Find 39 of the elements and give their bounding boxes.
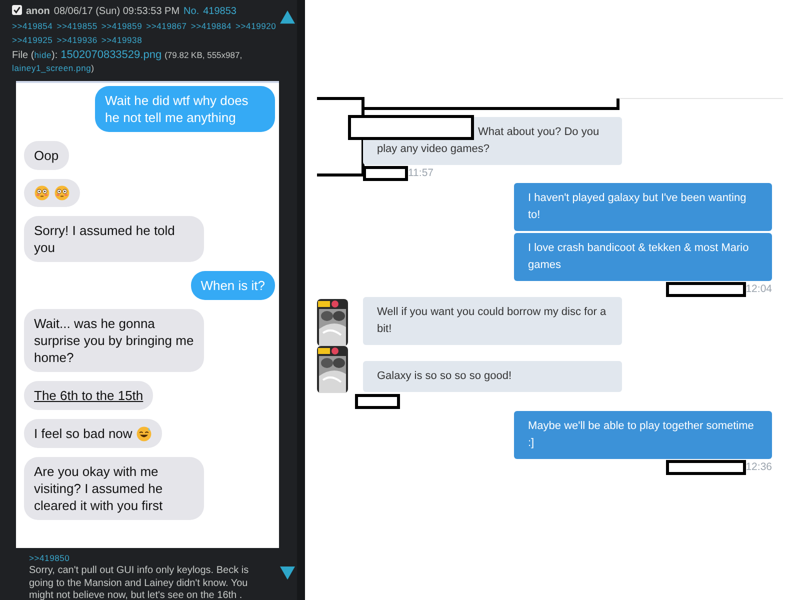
backlink[interactable]: >>419859 [101, 19, 142, 33]
message-text: Wait... was he gonna surprise you by bringing me home? [34, 315, 194, 366]
file-link[interactable]: 1502070833529.png [60, 49, 162, 62]
message-text: I feel so bad now [34, 425, 132, 442]
backlink[interactable]: >>419854 [12, 19, 53, 33]
backlink[interactable]: >>419938 [101, 33, 142, 47]
file-info: (79.82 KB, 555x987, [164, 49, 242, 62]
quote-link[interactable]: >>419850 [29, 552, 280, 565]
message-text: When is it? [200, 277, 265, 294]
message-text: What about you? Do you play any video games? [377, 125, 600, 157]
backlink[interactable]: >>419920 [236, 19, 276, 33]
message-text: I love crash bandicoot & tekken & most Mario games [528, 242, 749, 271]
message-text: I haven't played galaxy but I've been wanting to! [528, 192, 746, 221]
file-info: ) [91, 62, 94, 75]
file-label: File ( [12, 49, 34, 62]
message-text: Oop [34, 147, 59, 164]
backlink[interactable]: >>419884 [190, 19, 232, 33]
message-text: Maybe we'll be able to play together sometime :] [528, 420, 754, 449]
message-text: Are you okay with me visiting? I assumed he cleared it with you first [34, 463, 164, 514]
message-time: 11:57 [408, 167, 434, 179]
post-number-link[interactable]: 419853 [203, 5, 236, 19]
message-text: Well if you want you could borrow my disc for a bit! [377, 306, 606, 335]
post-number-link[interactable]: No. [184, 5, 200, 19]
post-comment: Sorry, can't pull out GUI info only keylogs. Beck is going to the Mansion and Lainey didn't know. You might not believe now, but let's see on the 16th . [29, 565, 250, 600]
backlink[interactable]: >>419925 [12, 33, 53, 47]
backlink[interactable]: >>419855 [56, 19, 98, 33]
message-text: Galaxy is so so so so good! [377, 370, 512, 382]
post-date: 08/06/17 (Sun) 09:53:53 PM [54, 5, 180, 19]
backlink[interactable]: >>419936 [56, 33, 98, 47]
file-label: ): [52, 49, 58, 62]
message-text: The 6th to the 15th [34, 387, 144, 404]
backlink[interactable]: >>419867 [146, 19, 187, 33]
message-text: Sorry! I assumed he told you [34, 222, 176, 256]
poster-name: anon [26, 5, 50, 19]
message-time: 12:04 [746, 283, 772, 295]
original-filename-link[interactable]: lainey1_screen.png [12, 62, 92, 75]
message-text: Wait he did wtf why does he not tell me anything [105, 92, 250, 126]
hide-link[interactable]: hide [34, 49, 52, 62]
message-time: 12:36 [746, 461, 772, 473]
